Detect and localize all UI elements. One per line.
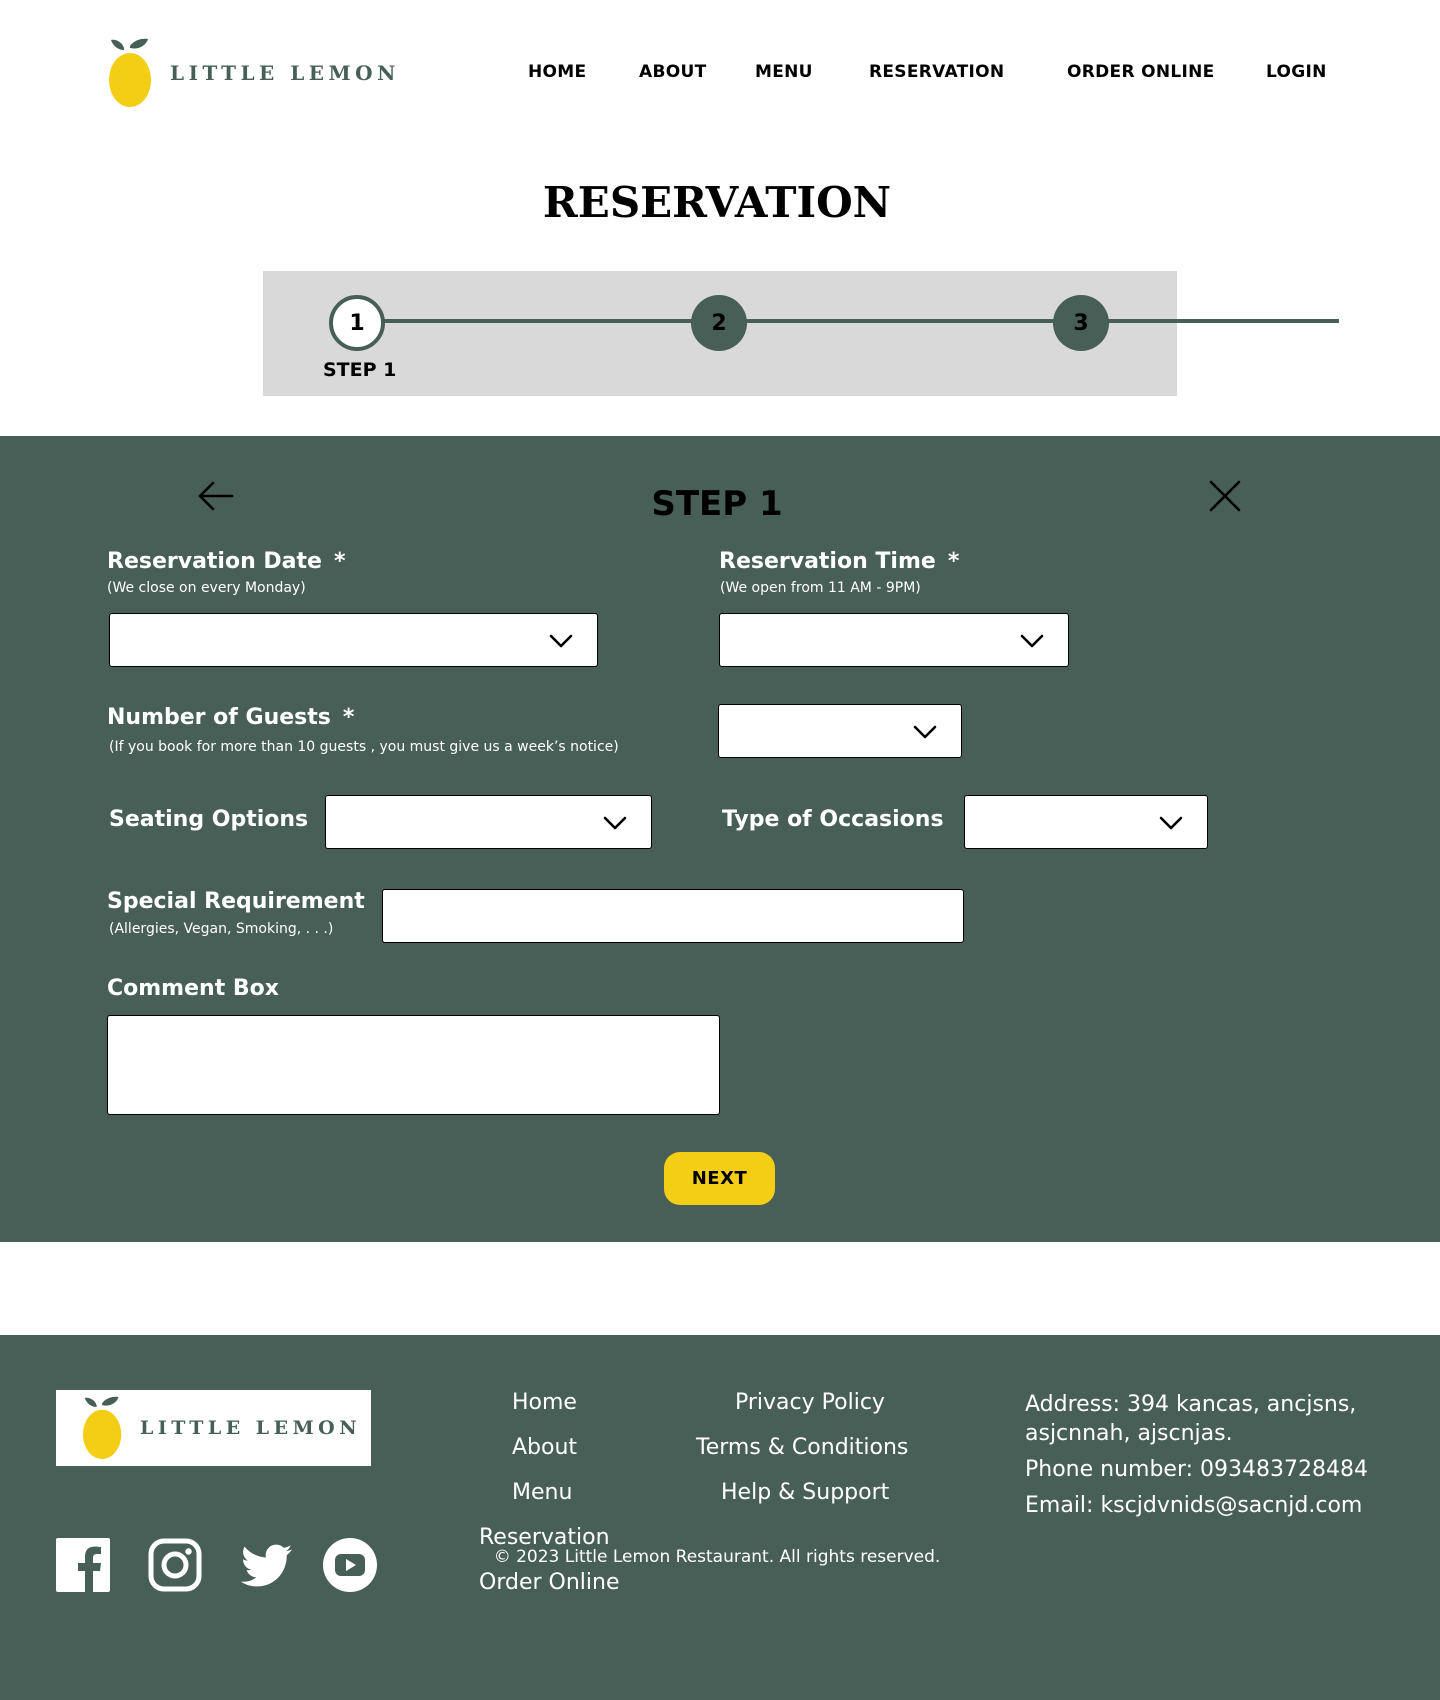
reservation-time-label-text: Reservation Time: [719, 549, 936, 574]
footer-address: Address: 394 kancas, ancjsns, asjcnnah, …: [1025, 1392, 1357, 1446]
special-requirement-hint: (Allergies, Vegan, Smoking, . . .): [109, 921, 334, 937]
comment-box-textarea[interactable]: [107, 1015, 720, 1115]
seating-label: Seating Options: [109, 807, 309, 832]
comment-box-label: Comment Box: [107, 976, 279, 1001]
chevron-down-icon: [603, 816, 627, 830]
close-icon[interactable]: [1208, 479, 1242, 513]
step-1-circle[interactable]: 1: [329, 295, 385, 351]
chevron-down-icon: [913, 725, 937, 739]
lemon-icon: [109, 38, 151, 107]
guests-label-text: Number of Guests: [107, 705, 331, 730]
occasion-select[interactable]: [964, 795, 1208, 849]
nav-home[interactable]: HOME: [528, 62, 586, 82]
guests-hint: (If you book for more than 10 guests , y…: [109, 739, 619, 755]
footer-link-terms[interactable]: Terms & Conditions: [696, 1435, 908, 1460]
reservation-time-hint: (We open from 11 AM - 9PM): [720, 580, 921, 596]
site-footer: LITTLE LEMON Home About Menu Reservation…: [0, 1335, 1440, 1700]
nav-reservation[interactable]: RESERVATION: [869, 62, 1004, 82]
next-button[interactable]: NEXT: [664, 1152, 775, 1205]
footer-email[interactable]: Email: kscjdvnids@sacnjd.com: [1025, 1491, 1362, 1520]
page-title: RESERVATION: [542, 178, 892, 227]
progress-stepper: 1 2 3 STEP 1: [263, 271, 1339, 396]
reservation-form: STEP 1 Reservation Date * (We close on ev…: [0, 436, 1440, 1242]
stepper-connector: [711, 319, 1339, 323]
current-step-label: STEP 1: [323, 359, 397, 381]
reservation-time-select[interactable]: [719, 613, 1069, 667]
seating-select[interactable]: [325, 795, 652, 849]
chevron-down-icon: [1159, 816, 1183, 830]
guests-select[interactable]: [718, 704, 962, 758]
brand-name: LITTLE LEMON: [170, 61, 400, 85]
chevron-down-icon: [549, 634, 573, 648]
footer-phone: Phone number: 093483728484: [1025, 1457, 1368, 1482]
reservation-date-hint: (We close on every Monday): [107, 580, 306, 596]
reservation-date-label-text: Reservation Date: [107, 549, 322, 574]
site-header: LITTLE LEMON HOME ABOUT MENU RESERVATION…: [0, 0, 1440, 150]
footer-link-home[interactable]: Home: [512, 1390, 577, 1415]
step-3-circle[interactable]: 3: [1053, 295, 1109, 351]
guests-label: Number of Guests *: [107, 705, 354, 730]
occasion-label: Type of Occasions: [722, 807, 944, 832]
nav-menu[interactable]: MENU: [755, 62, 813, 82]
footer-link-menu[interactable]: Menu: [512, 1480, 572, 1505]
footer-brand-name: LITTLE LEMON: [140, 1417, 362, 1439]
reservation-date-select[interactable]: [109, 613, 598, 667]
special-requirement-input[interactable]: [382, 889, 964, 943]
footer-link-about[interactable]: About: [512, 1435, 577, 1460]
nav-order-online[interactable]: ORDER ONLINE: [1067, 62, 1215, 82]
footer-link-order-online[interactable]: Order Online: [479, 1570, 619, 1595]
reservation-time-label: Reservation Time *: [719, 549, 959, 574]
required-mark: *: [342, 705, 355, 730]
nav-login[interactable]: LOGIN: [1266, 62, 1327, 82]
special-requirement-label: Special Requirement: [107, 889, 365, 914]
chevron-down-icon: [1020, 634, 1044, 648]
reservation-date-label: Reservation Date *: [107, 549, 345, 574]
footer-link-privacy-policy[interactable]: Privacy Policy: [735, 1390, 885, 1415]
step-2-circle[interactable]: 2: [691, 295, 747, 351]
header-logo[interactable]: LITTLE LEMON: [108, 36, 400, 110]
required-mark: *: [333, 549, 346, 574]
footer-link-help-support[interactable]: Help & Support: [721, 1480, 889, 1505]
copyright: © 2023 Little Lemon Restaurant. All righ…: [493, 1547, 941, 1567]
lemon-icon: [82, 1396, 122, 1460]
footer-logo[interactable]: LITTLE LEMON: [56, 1390, 371, 1466]
required-mark: *: [947, 549, 960, 574]
nav-about[interactable]: ABOUT: [639, 62, 706, 82]
